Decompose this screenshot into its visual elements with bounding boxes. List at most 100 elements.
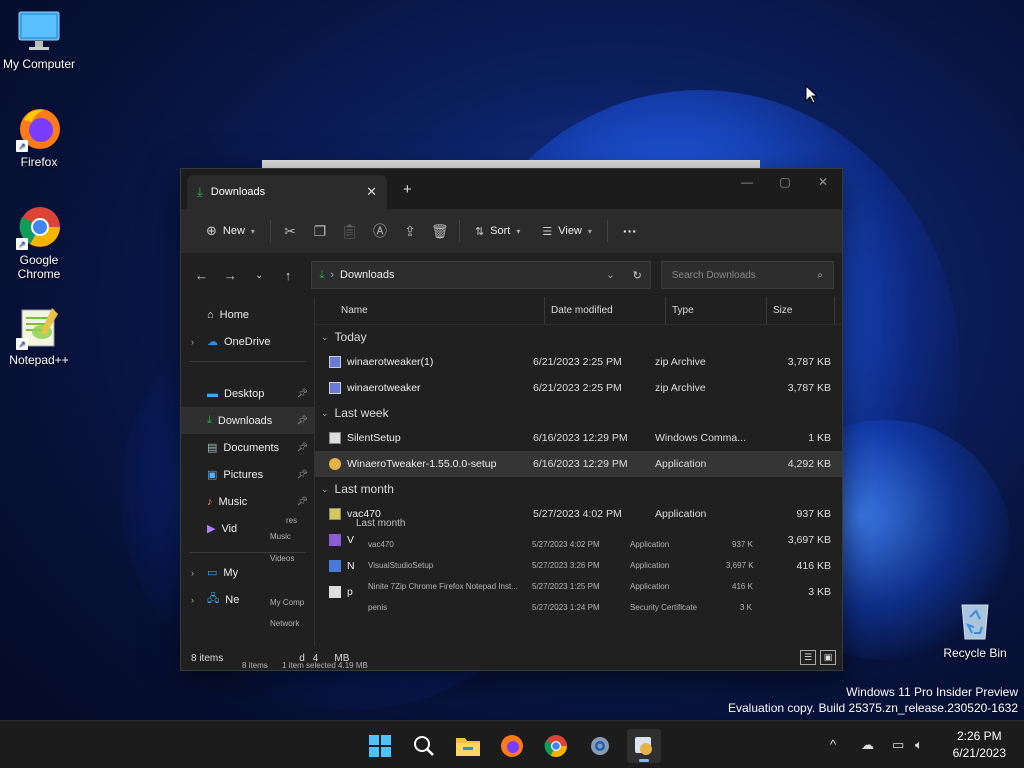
sidebar-item-documents[interactable]: ▤ Documents 📌︎ xyxy=(181,434,314,461)
column-name[interactable]: Name xyxy=(315,297,545,324)
volume-icon[interactable]: 🔈︎ xyxy=(915,737,923,753)
setup-app-icon xyxy=(329,458,341,470)
table-row[interactable]: p 3 KB xyxy=(315,579,842,605)
more-options-button[interactable]: ··· xyxy=(612,216,648,246)
desktop-icon-label: Firefox xyxy=(20,155,58,169)
network-icon[interactable]: ▭ xyxy=(892,737,904,753)
column-headers: Name Date modified Type Size xyxy=(315,297,842,325)
zip-archive-icon xyxy=(329,382,341,394)
breadcrumb[interactable]: Downloads xyxy=(340,269,600,281)
start-button[interactable] xyxy=(363,729,397,763)
nav-divider xyxy=(189,361,306,362)
group-header-today[interactable]: ⌄ Today xyxy=(315,325,842,349)
taskbar-firefox[interactable] xyxy=(495,729,529,763)
folder-icon xyxy=(456,738,480,756)
document-icon: ▤ xyxy=(207,442,218,454)
ninite-icon xyxy=(329,560,341,572)
tab-downloads[interactable]: ⤓ Downloads ✕ xyxy=(187,175,387,209)
column-date-modified[interactable]: Date modified xyxy=(545,297,666,324)
view-icon: ☰ xyxy=(542,225,553,238)
new-button[interactable]: ⊕ New ▾ xyxy=(195,216,266,246)
column-type[interactable]: Type xyxy=(666,297,767,324)
table-row[interactable]: winaerotweaker(1) 6/21/2023 2:25 PM zip … xyxy=(315,349,842,375)
sidebar-item-desktop[interactable]: ▬ Desktop 📌︎ xyxy=(181,380,314,407)
address-row: ← → ⌄ ↑ ⤓ › Downloads ⌄ ↻ Search Downloa… xyxy=(181,253,842,297)
maximize-button[interactable]: ▢ xyxy=(770,175,800,189)
certificate-icon xyxy=(329,586,341,598)
file-explorer-window[interactable]: ⤓ Downloads ✕ + — ▢ ✕ ⊕ New ▾ ✂ ❐ 📋︎ Ⓐ ⇪… xyxy=(180,168,843,671)
desktop-icon-my-computer[interactable]: My Computer xyxy=(1,8,77,71)
sidebar-item-music[interactable]: ♪ Music 📌︎ xyxy=(181,488,314,515)
delete-icon[interactable]: 🗑︎ xyxy=(425,223,455,240)
address-bar[interactable]: ⤓ › Downloads ⌄ ↻ xyxy=(310,261,651,289)
table-row[interactable]: winaerotweaker 6/21/2023 2:25 PM zip Arc… xyxy=(315,375,842,401)
paste-icon[interactable]: 📋︎ xyxy=(335,223,365,240)
tiles-view-button[interactable]: ▣ xyxy=(820,650,836,665)
search-input[interactable]: Search Downloads ⌕ xyxy=(660,261,835,289)
chevron-down-icon: ▾ xyxy=(516,226,521,236)
notepadpp-icon: ↗ xyxy=(16,304,62,350)
chrome-icon xyxy=(544,735,567,757)
search-button[interactable] xyxy=(407,729,441,763)
forward-arrow-icon[interactable]: → xyxy=(218,268,243,283)
share-icon[interactable]: ⇪ xyxy=(395,223,425,240)
group-header-last-month[interactable]: ⌄ Last month xyxy=(315,477,842,501)
chevron-up-icon[interactable]: ^ xyxy=(830,737,836,752)
sidebar-item-downloads[interactable]: ⤓ Downloads 📌︎ xyxy=(181,407,314,434)
sort-button[interactable]: ⇅ Sort ▾ xyxy=(464,216,531,246)
pin-icon: 📌︎ xyxy=(296,388,308,398)
chrome-icon: ↗ xyxy=(16,204,62,250)
desktop-icon-label: Recycle Bin xyxy=(943,646,1007,660)
title-bar[interactable]: ⤓ Downloads ✕ + — ▢ ✕ xyxy=(181,169,842,209)
table-row-selected[interactable]: WinaeroTweaker-1.55.0.0-setup 6/16/2023 … xyxy=(315,451,842,477)
firefox-icon: ↗ xyxy=(16,106,62,152)
windows-logo-icon xyxy=(369,735,391,757)
group-header-last-week[interactable]: ⌄ Last week xyxy=(315,401,842,425)
table-row[interactable]: V 3,697 KB xyxy=(315,527,842,553)
desktop-icon-recycle-bin[interactable]: Recycle Bin xyxy=(937,597,1013,660)
pictures-icon: ▣ xyxy=(207,469,218,481)
taskbar-winaero-tweaker[interactable] xyxy=(627,729,661,763)
tab-title: Downloads xyxy=(210,186,266,198)
table-row[interactable]: SilentSetup 6/16/2023 12:29 PM Windows C… xyxy=(315,425,842,451)
system-clock[interactable]: 2:26 PM 6/21/2023 xyxy=(953,728,1006,762)
sidebar-item-my-computer[interactable]: › ▭ My xyxy=(181,559,314,586)
back-arrow-icon[interactable]: ← xyxy=(189,268,214,283)
view-button[interactable]: ☰ View ▾ xyxy=(531,216,603,246)
chevron-right-icon[interactable]: › xyxy=(191,568,201,578)
up-arrow-icon[interactable]: ↑ xyxy=(276,268,301,283)
rename-icon[interactable]: Ⓐ xyxy=(365,221,395,241)
desktop-icon-label: Notepad++ xyxy=(9,353,69,367)
new-tab-button[interactable]: + xyxy=(403,181,412,198)
taskbar: ^ ☁ ▭ 🔈︎ 2:26 PM 6/21/2023 xyxy=(0,720,1024,768)
minimize-button[interactable]: — xyxy=(732,175,762,189)
close-icon[interactable]: ✕ xyxy=(366,184,377,200)
desktop-icon-google-chrome[interactable]: ↗ Google Chrome xyxy=(1,204,77,281)
desktop-icon-label: Google Chrome xyxy=(17,253,61,281)
sidebar-item-videos[interactable]: ▶ Vid xyxy=(181,515,314,542)
desktop-icon-firefox[interactable]: ↗ Firefox xyxy=(1,106,77,169)
table-row[interactable]: N 416 KB xyxy=(315,553,842,579)
column-size[interactable]: Size xyxy=(767,297,835,324)
table-row[interactable]: vac470 5/27/2023 4:02 PM Application 937… xyxy=(315,501,842,527)
visual-studio-icon xyxy=(329,534,341,546)
cut-icon[interactable]: ✂ xyxy=(275,223,305,240)
desktop-icon-notepadpp[interactable]: ↗ Notepad++ xyxy=(1,304,77,367)
sidebar-item-pictures[interactable]: ▣ Pictures 📌︎ xyxy=(181,461,314,488)
close-window-button[interactable]: ✕ xyxy=(808,175,838,189)
cloud-off-icon[interactable]: ☁ xyxy=(861,737,874,753)
sidebar-item-home[interactable]: ⌂ Home xyxy=(181,301,314,328)
taskbar-chrome[interactable] xyxy=(539,729,573,763)
chevron-down-icon[interactable]: ⌄ xyxy=(247,270,272,281)
chevron-right-icon[interactable]: › xyxy=(191,595,201,605)
chevron-down-icon[interactable]: ⌄ xyxy=(606,270,614,281)
sidebar-item-onedrive[interactable]: › ☁ OneDrive xyxy=(181,328,314,355)
taskbar-settings[interactable] xyxy=(583,729,617,763)
sidebar-item-network[interactable]: › 🖧︎ Ne xyxy=(181,586,314,613)
taskbar-file-explorer[interactable] xyxy=(451,729,485,763)
details-view-button[interactable]: ☰ xyxy=(800,650,816,665)
copy-icon[interactable]: ❐ xyxy=(305,223,335,240)
refresh-icon[interactable]: ↻ xyxy=(633,269,642,282)
chevron-right-icon[interactable]: › xyxy=(191,337,201,347)
nav-divider xyxy=(189,552,306,553)
